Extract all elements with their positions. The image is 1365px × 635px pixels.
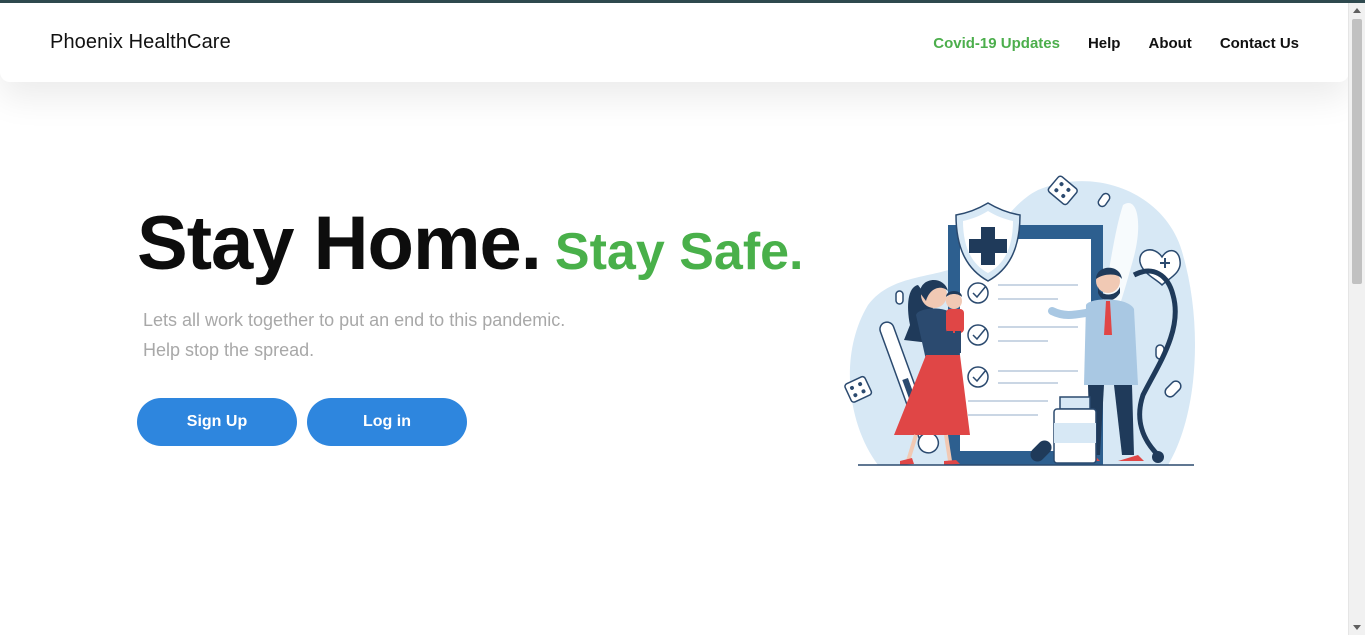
vertical-scrollbar[interactable] <box>1348 3 1365 635</box>
chevron-up-icon[interactable] <box>1353 8 1361 13</box>
nav-contact-us[interactable]: Contact Us <box>1220 35 1299 52</box>
brand-logo-text[interactable]: Phoenix HealthCare <box>50 31 231 54</box>
hero-title: Stay Home. Stay Safe. <box>137 200 804 287</box>
hero-subtitle: Lets all work together to put an end to … <box>143 305 565 365</box>
hero-title-accent: Stay Safe. <box>554 223 804 281</box>
sign-up-button[interactable]: Sign Up <box>137 398 297 446</box>
nav-covid-updates[interactable]: Covid-19 Updates <box>933 35 1060 52</box>
nav-about[interactable]: About <box>1148 35 1191 52</box>
hero-subtitle-line-2: Help stop the spread. <box>143 340 315 360</box>
nav-help[interactable]: Help <box>1088 35 1121 52</box>
navbar: Phoenix HealthCare Covid-19 Updates Help… <box>0 3 1349 82</box>
scrollbar-thumb[interactable] <box>1352 19 1362 284</box>
chevron-down-icon[interactable] <box>1353 625 1361 630</box>
hero-subtitle-line-1: Lets all work together to put an end to … <box>143 310 566 330</box>
hero-title-main: Stay Home. <box>137 201 542 286</box>
log-in-button[interactable]: Log in <box>307 398 467 446</box>
healthcare-illustration <box>844 175 1195 466</box>
main-nav: Covid-19 Updates Help About Contact Us <box>933 35 1299 52</box>
